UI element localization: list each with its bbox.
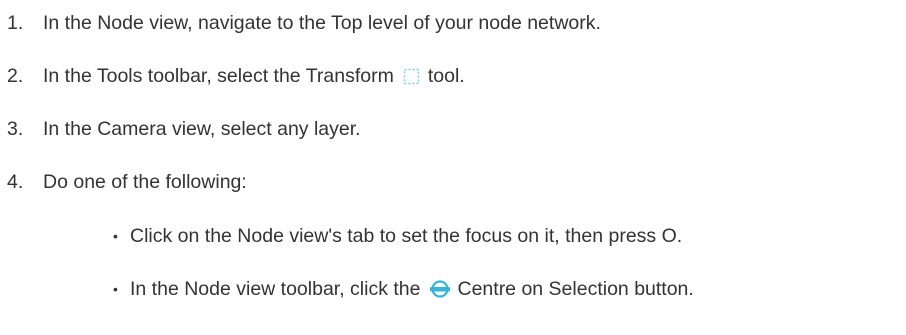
step-text-before: In the Tools toolbar, select the Transfo… [43,65,394,87]
step-text: Do one of the following: [43,171,247,193]
step-text: In the Node view, navigate to the Top le… [43,12,601,34]
bullet-item-1: • Click on the Node view's tab to set th… [113,223,682,249]
bullet-marker: • [113,281,118,297]
step-4: 4. Do one of the following: [7,169,247,195]
bullet-text: Click on the Node view's tab to set the … [130,225,683,247]
transform-tool-icon [403,68,420,85]
step-number: 4. [7,171,24,193]
bullet-item-2: • In the Node view toolbar, click the Ce… [113,276,694,302]
step-2: 2. In the Tools toolbar, select the Tran… [7,63,465,89]
step-text-after: tool. [427,65,465,87]
step-1: 1. In the Node view, navigate to the Top… [7,10,601,36]
bullet-marker: • [113,228,118,244]
step-3: 3. In the Camera view, select any layer. [7,116,361,142]
bullet-text-after: Centre on Selection button. [457,278,694,300]
step-number: 3. [7,118,24,140]
step-number: 2. [7,65,24,87]
step-number: 1. [7,12,24,34]
bullet-text-before: In the Node view toolbar, click the [130,278,421,300]
centre-on-selection-icon [429,279,451,299]
step-text: In the Camera view, select any layer. [43,118,361,140]
